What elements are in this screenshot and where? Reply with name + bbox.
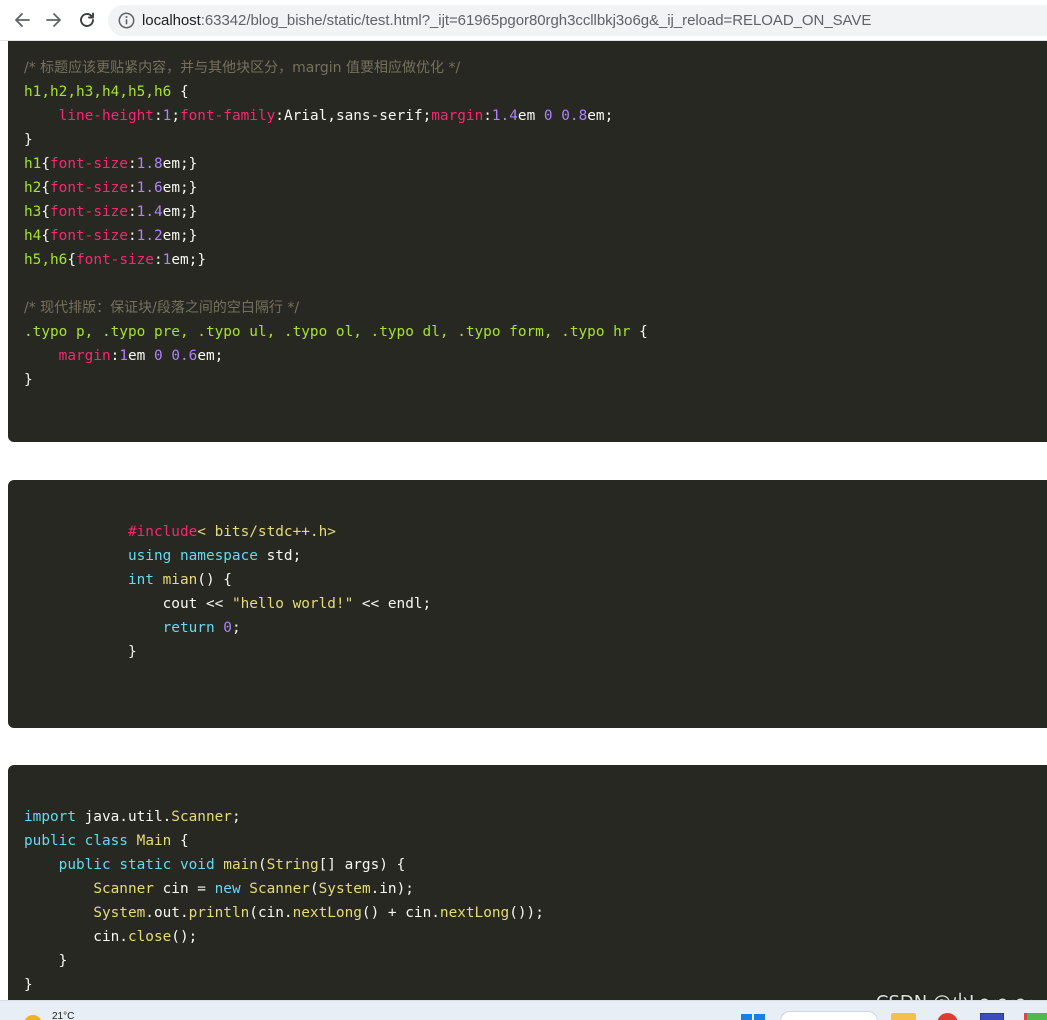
- code-block-java: import java.util.Scanner; public class M…: [8, 765, 1047, 1000]
- url-path: :63342/blog_bishe/static/test.html?_ijt=…: [200, 12, 872, 29]
- browser-toolbar: localhost:63342/blog_bishe/static/test.h…: [0, 0, 1047, 41]
- app-icon-2[interactable]: [1024, 1013, 1047, 1020]
- start-icon[interactable]: [741, 1014, 765, 1020]
- forward-arrow-icon[interactable]: [41, 7, 67, 33]
- code-block-cpp: #include< bits/stdc++.h> using namespace…: [8, 480, 1047, 728]
- taskbar: 21°C: [0, 1000, 1047, 1020]
- browser-icon[interactable]: [937, 1013, 958, 1020]
- weather-icon[interactable]: [24, 1015, 42, 1020]
- back-arrow-icon[interactable]: [9, 7, 35, 33]
- info-icon[interactable]: [118, 12, 135, 29]
- code-java: import java.util.Scanner; public class M…: [24, 809, 544, 993]
- reload-icon[interactable]: [74, 7, 100, 33]
- folder-icon[interactable]: [891, 1013, 916, 1020]
- weather-temperature: 21°C: [52, 1011, 75, 1020]
- url-host: localhost: [142, 12, 201, 29]
- code-css: /* 标题应该更贴紧内容，并与其他块区分，margin 值要相应做优化 */ h…: [24, 60, 648, 388]
- search-bar[interactable]: [780, 1011, 878, 1020]
- app-icon[interactable]: [980, 1013, 1004, 1020]
- page-content: /* 标题应该更贴紧内容，并与其他块区分，margin 值要相应做优化 */ h…: [0, 41, 1047, 1000]
- code-block-css: /* 标题应该更贴紧内容，并与其他块区分，margin 值要相应做优化 */ h…: [8, 41, 1047, 442]
- code-cpp: #include< bits/stdc++.h> using namespace…: [127, 524, 432, 660]
- url-text[interactable]: localhost:63342/blog_bishe/static/test.h…: [142, 12, 871, 29]
- address-bar[interactable]: localhost:63342/blog_bishe/static/test.h…: [108, 5, 1047, 36]
